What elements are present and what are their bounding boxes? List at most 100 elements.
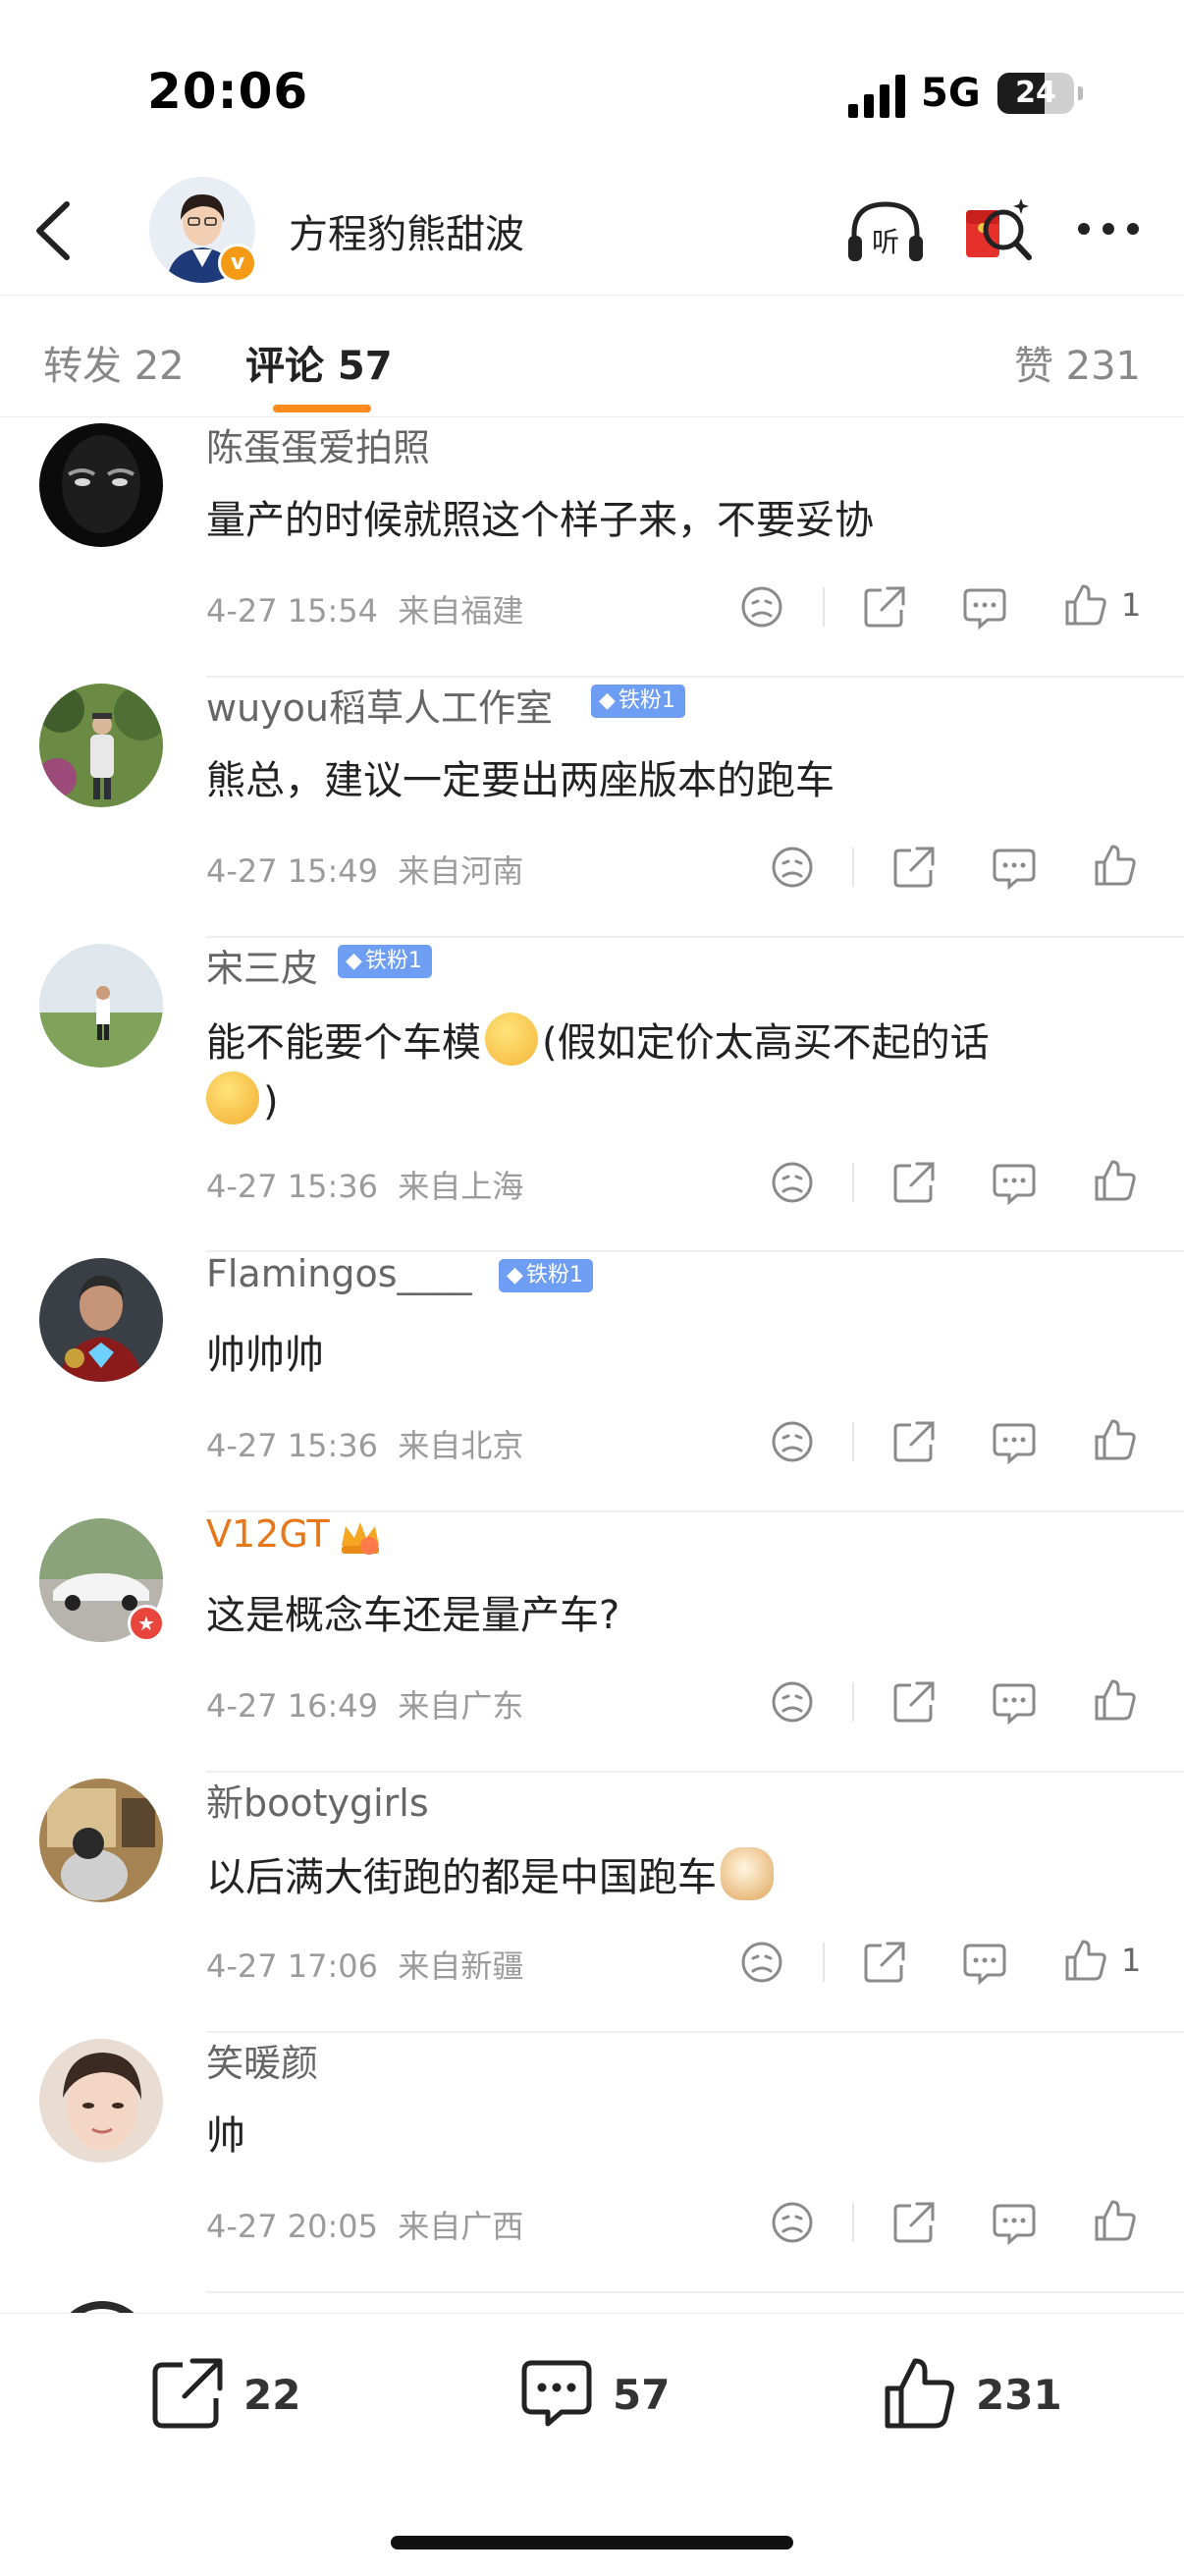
dislike-icon[interactable] (770, 1160, 815, 1205)
comment-text: 帅帅帅 (206, 1333, 324, 1378)
battery-cap (1078, 86, 1083, 100)
headphones-icon[interactable]: 听 (844, 196, 927, 267)
divider (852, 2203, 854, 2242)
comment-meta: 4-27 16:49 来自广东 (206, 1681, 523, 1726)
commenter-avatar[interactable] (39, 2039, 163, 2163)
comment-icon[interactable] (962, 584, 1007, 630)
commenter-name[interactable]: Flamingos____ (206, 1252, 472, 1295)
comment-item: 陈蛋蛋爱拍照 量产的时候就照这个样子来，不要妥协 4-27 15:54 来自福建… (0, 417, 1184, 678)
battery-level: 24 (1015, 76, 1056, 110)
comment-time: 4-27 15:49 (206, 852, 379, 890)
divider (823, 1943, 825, 1982)
comment-location: 来自北京 (398, 1427, 524, 1464)
comment-location: 来自河南 (398, 852, 524, 890)
like-button[interactable]: 231 (882, 2355, 1062, 2434)
share-icon[interactable] (862, 1940, 907, 1985)
like-icon[interactable] (1093, 1417, 1138, 1462)
comment-count: 57 (613, 2371, 671, 2419)
tab-bar: 转发 22 评论 57 赞 231 (0, 295, 1184, 417)
commenter-avatar[interactable] (39, 423, 163, 547)
comment-location: 来自上海 (398, 1168, 524, 1205)
like-count: 1 (1121, 586, 1142, 624)
comment-text: 以后满大街跑的都是中国跑车 (206, 1847, 1090, 1906)
commenter-name[interactable]: 笑暖颜 (206, 2033, 318, 2087)
active-tab-indicator (273, 405, 371, 412)
comment-time: 4-27 20:05 (206, 2208, 379, 2245)
vip-badge-icon: ★ (128, 1605, 165, 1642)
like-icon[interactable] (1063, 582, 1108, 628)
comment-item: Flamingos____ ◆ 铁粉1 帅帅帅 4-27 15:36 来自北京 (0, 1252, 1184, 1512)
comment-icon[interactable] (992, 1160, 1037, 1205)
like-icon[interactable] (1093, 1677, 1138, 1723)
comment-time: 4-27 15:54 (206, 592, 379, 630)
commenter-avatar[interactable] (39, 684, 163, 807)
signal-icon (848, 75, 907, 118)
divider (206, 2291, 1184, 2293)
share-icon[interactable] (862, 584, 907, 630)
comment-text: 量产的时候就照这个样子来，不要妥协 (206, 498, 874, 543)
commenter-name[interactable]: V12GT (206, 1512, 330, 1556)
comment-meta: 4-27 15:36 来自北京 (206, 1421, 523, 1466)
like-icon[interactable] (1093, 1158, 1138, 1203)
comment-icon[interactable] (992, 845, 1037, 890)
comment-text: 帅 (206, 2113, 245, 2159)
dislike-icon[interactable] (770, 1419, 815, 1464)
divider (852, 1163, 854, 1202)
comment-icon[interactable] (992, 1679, 1037, 1725)
comment-location: 来自广东 (398, 1687, 524, 1725)
tab-repost[interactable]: 转发 22 (43, 334, 185, 391)
comment-button[interactable]: 57 (518, 2355, 675, 2434)
divider (852, 848, 854, 887)
drooling-face-icon (485, 1013, 538, 1066)
network-label: 5G (921, 71, 981, 116)
comment-icon[interactable] (962, 1940, 1007, 1985)
tab-comment[interactable]: 评论 57 (245, 334, 393, 391)
share-icon[interactable] (891, 1419, 937, 1464)
repost-button[interactable]: 22 (149, 2355, 306, 2434)
comment-meta: 4-27 15:54 来自福建 (206, 586, 523, 631)
comment-text: 这是概念车还是量产车? (206, 1593, 620, 1638)
share-icon[interactable] (891, 845, 937, 890)
share-icon[interactable] (891, 2200, 937, 2245)
dislike-icon[interactable] (739, 584, 784, 630)
back-icon[interactable] (26, 196, 84, 265)
more-icon[interactable] (1074, 214, 1143, 244)
commenter-name[interactable]: 陈蛋蛋爱拍照 (206, 417, 430, 471)
like-icon[interactable] (1063, 1938, 1108, 1983)
comment-icon (521, 2360, 592, 2427)
comment-list: 陈蛋蛋爱拍照 量产的时候就照这个样子来，不要妥协 4-27 15:54 来自福建… (0, 417, 1184, 2313)
page-title: 方程豹熊甜波 (289, 212, 524, 257)
status-bar: 20:06 5G 24 (0, 0, 1184, 167)
like-icon[interactable] (1093, 2198, 1138, 2243)
share-icon[interactable] (891, 1160, 937, 1205)
tab-like[interactable]: 赞 231 (1014, 334, 1141, 391)
fan-badge: ◆ 铁粉1 (338, 945, 432, 978)
comment-time: 4-27 15:36 (206, 1168, 379, 1205)
dislike-icon[interactable] (770, 2200, 815, 2245)
commenter-name[interactable]: 宋三皮 (206, 938, 318, 992)
commenter-avatar[interactable] (53, 2301, 151, 2313)
comment-item: 笑暖颜 帅 4-27 20:05 来自广西 (0, 2033, 1184, 2293)
commenter-avatar[interactable] (39, 1258, 163, 1382)
dislike-icon[interactable] (770, 1679, 815, 1725)
commenter-avatar[interactable] (39, 1779, 163, 1902)
comment-icon[interactable] (992, 2200, 1037, 2245)
comment-meta: 4-27 15:49 来自河南 (206, 847, 523, 892)
share-icon[interactable] (891, 1679, 937, 1725)
fan-badge: ◆ 铁粉1 (591, 685, 685, 718)
red-packet-search-icon[interactable] (960, 192, 1037, 271)
comment-meta: 4-27 15:36 来自上海 (206, 1162, 523, 1207)
comment-icon[interactable] (992, 1419, 1037, 1464)
dislike-icon[interactable] (770, 845, 815, 890)
divider (823, 587, 825, 627)
commenter-name[interactable]: 新bootygirls (206, 1773, 429, 1827)
home-indicator (391, 2536, 793, 2549)
dislike-icon[interactable] (739, 1940, 784, 1985)
like-icon[interactable] (1093, 843, 1138, 888)
comment-location: 来自新疆 (398, 1947, 524, 1985)
comment-item: 宋三皮 ◆ 铁粉1 能不能要个车模 (假如定价太高买不起的话 ) 4-27 15:3… (0, 938, 1184, 1252)
commenter-avatar[interactable] (39, 944, 163, 1068)
commenter-name[interactable]: wuyou稻草人工作室 (206, 678, 553, 732)
svg-text:听: 听 (872, 226, 899, 258)
laughing-crying-icon (206, 1071, 259, 1124)
